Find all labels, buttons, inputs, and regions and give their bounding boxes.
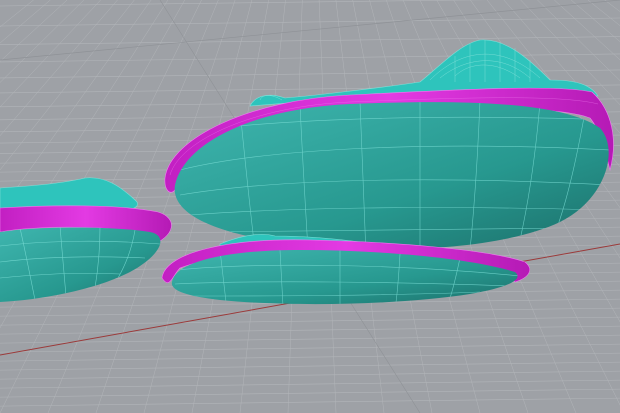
grid-line: [0, 334, 620, 344]
grid-line: [0, 388, 620, 398]
grid-line: [0, 307, 620, 317]
grid-line: [587, 0, 620, 27]
large-shoe-sole-model[interactable]: [164, 39, 614, 255]
grid-line: [0, 379, 620, 389]
grid-line: [0, 352, 620, 362]
grid-line: [0, 361, 620, 371]
grid-line: [0, 325, 620, 335]
3d-viewport[interactable]: [0, 0, 620, 413]
grid-line: [0, 0, 489, 7]
grid-line: [0, 370, 620, 380]
viewport-canvas[interactable]: [0, 0, 620, 413]
left-shoe-sole-model[interactable]: [0, 177, 172, 302]
grid-line: [0, 36, 620, 45]
grid-line: [604, 0, 620, 12]
grid-line: [0, 0, 620, 61]
lower-shoe-sole-model[interactable]: [161, 234, 530, 306]
grid-line: [0, 316, 620, 326]
grid-line: [0, 397, 620, 407]
grid-line: [0, 343, 620, 353]
grid-line: [0, 17, 620, 27]
left-sole-bottom-surface: [0, 227, 161, 302]
